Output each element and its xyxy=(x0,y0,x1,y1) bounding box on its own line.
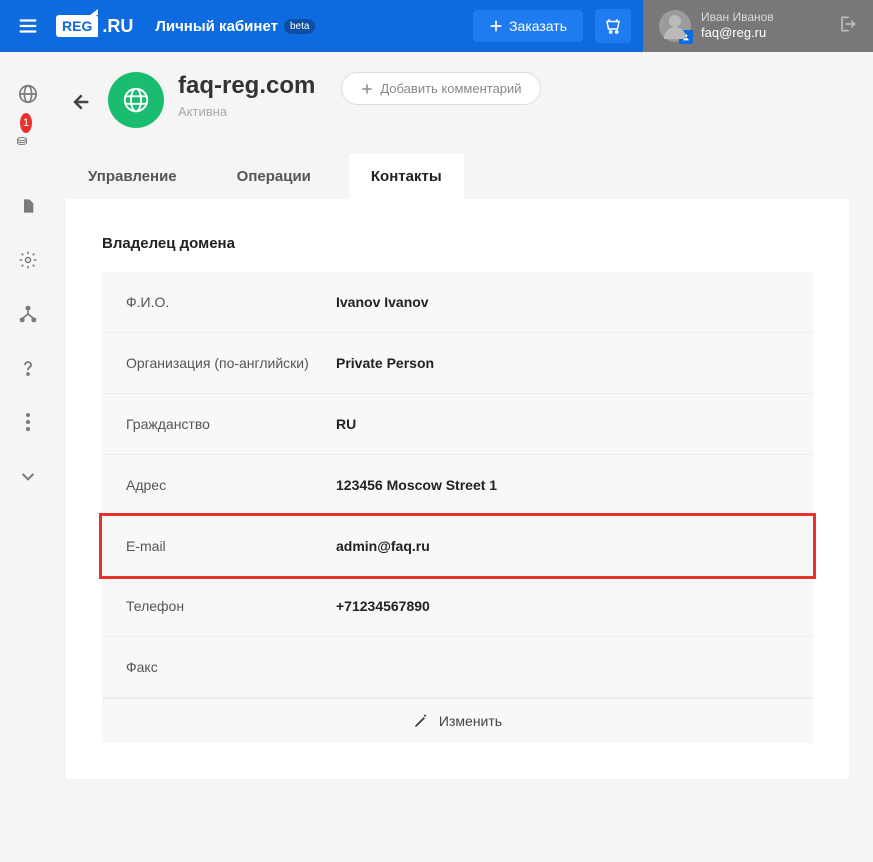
rail-notification-badge: 1 xyxy=(20,113,32,133)
table-row-email: E-mail admin@faq.ru xyxy=(99,513,816,579)
domain-status: Активна xyxy=(178,104,315,119)
order-button[interactable]: Заказать xyxy=(473,10,583,42)
logout-button[interactable] xyxy=(837,14,857,39)
owner-info-table: Ф.И.О. Ivanov Ivanov Организация (по-анг… xyxy=(102,272,813,743)
rail-globe-icon[interactable] xyxy=(16,82,40,106)
row-value: admin@faq.ru xyxy=(336,538,430,554)
edit-button[interactable]: Изменить xyxy=(102,698,813,743)
rail-coins-icon[interactable]: 1 xyxy=(16,136,40,146)
rail-hierarchy-icon[interactable] xyxy=(16,302,40,326)
tabs: Управление Операции Контакты xyxy=(66,154,849,199)
domain-globe-icon xyxy=(108,72,164,128)
cabinet-label: Личный кабинет beta xyxy=(145,18,325,35)
user-email: faq@reg.ru xyxy=(701,25,774,42)
cart-icon xyxy=(604,17,622,35)
table-row-org: Организация (по-английски) Private Perso… xyxy=(102,333,813,394)
row-value: RU xyxy=(336,416,356,432)
table-row-citizenship: Гражданство RU xyxy=(102,394,813,455)
contacts-card: Владелец домена Ф.И.О. Ivanov Ivanov Орг… xyxy=(66,199,849,779)
rail-file-icon[interactable] xyxy=(16,194,40,218)
rail-kebab-icon[interactable] xyxy=(16,410,40,434)
tab-operations[interactable]: Операции xyxy=(215,154,333,199)
main-content: faq-reg.com Активна Добавить комментарий… xyxy=(56,52,873,779)
rail-help-icon[interactable] xyxy=(16,356,40,380)
row-label: Ф.И.О. xyxy=(126,294,336,310)
top-bar: REG .RU Личный кабинет beta Заказать Ива… xyxy=(0,0,873,52)
table-row-fax: Факс xyxy=(102,637,813,698)
plus-icon xyxy=(489,19,503,33)
rail-chevron-down-icon[interactable] xyxy=(16,464,40,488)
row-label: Организация (по-английски) xyxy=(126,355,336,371)
rail-gear-icon[interactable] xyxy=(16,248,40,272)
pencil-icon xyxy=(413,713,429,729)
section-title: Владелец домена xyxy=(102,235,813,252)
row-label: Факс xyxy=(126,659,336,675)
add-comment-button[interactable]: Добавить комментарий xyxy=(341,72,540,105)
hamburger-menu[interactable] xyxy=(0,0,56,52)
cabinet-text: Личный кабинет xyxy=(155,18,278,35)
back-button[interactable] xyxy=(66,88,94,116)
row-value: Ivanov Ivanov xyxy=(336,294,429,310)
row-label: Телефон xyxy=(126,598,336,614)
row-label: E-mail xyxy=(126,538,336,554)
logo[interactable]: REG .RU xyxy=(56,0,145,52)
logo-suffix: .RU xyxy=(102,16,133,37)
logo-badge: REG xyxy=(56,15,98,37)
cart-button[interactable] xyxy=(595,9,631,43)
plus-icon xyxy=(360,82,374,96)
avatar xyxy=(659,10,691,42)
tab-manage[interactable]: Управление xyxy=(66,154,199,199)
edit-label: Изменить xyxy=(439,713,502,729)
logout-icon xyxy=(837,14,857,34)
user-block[interactable]: Иван Иванов faq@reg.ru xyxy=(643,0,873,52)
row-value: 123456 Moscow Street 1 xyxy=(336,477,497,493)
order-label: Заказать xyxy=(509,18,567,34)
beta-badge: beta xyxy=(284,19,315,34)
row-label: Гражданство xyxy=(126,416,336,432)
user-text: Иван Иванов faq@reg.ru xyxy=(701,10,774,42)
table-row-phone: Телефон +71234567890 xyxy=(102,576,813,637)
add-comment-label: Добавить комментарий xyxy=(380,81,521,96)
side-rail: 1 xyxy=(0,52,56,779)
user-name: Иван Иванов xyxy=(701,10,774,26)
table-row-fio: Ф.И.О. Ivanov Ivanov xyxy=(102,272,813,333)
table-row-address: Адрес 123456 Moscow Street 1 xyxy=(102,455,813,516)
tab-contacts[interactable]: Контакты xyxy=(349,154,464,199)
row-value: +71234567890 xyxy=(336,598,430,614)
row-label: Адрес xyxy=(126,477,336,493)
domain-header: faq-reg.com Активна Добавить комментарий xyxy=(66,72,849,128)
row-value: Private Person xyxy=(336,355,434,371)
avatar-badge-icon xyxy=(679,30,693,44)
domain-title: faq-reg.com xyxy=(178,72,315,100)
